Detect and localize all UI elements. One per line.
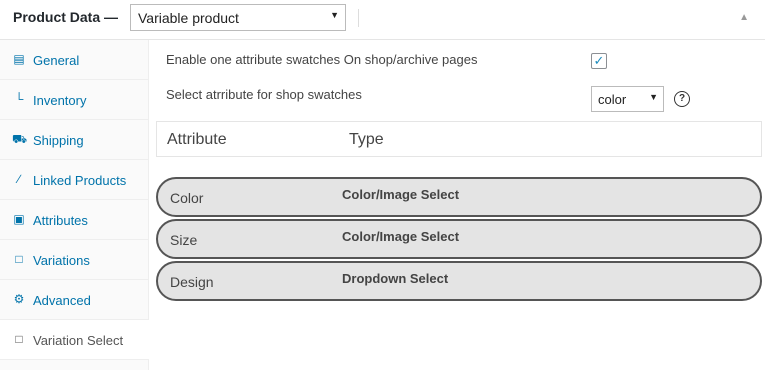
general-icon: ▤	[13, 52, 25, 66]
tab-label: Inventory	[33, 93, 87, 108]
swatch-attribute-select[interactable]: color ▼	[591, 86, 664, 112]
attribute-name: Design	[170, 274, 214, 290]
attribute-type: Color/Image Select	[342, 187, 460, 202]
tab-linked-products[interactable]: ∕ Linked Products	[0, 160, 148, 200]
help-icon[interactable]: ?	[674, 91, 690, 107]
attribute-type: Color/Image Select	[342, 229, 460, 244]
window-icon: □	[15, 332, 23, 346]
tab-label: Variations	[33, 253, 90, 268]
product-data-tabs: ▤ General └ Inventory ⛟ Shipping ∕ Linke…	[0, 40, 149, 370]
attributes-table-header: Attribute Type	[156, 121, 762, 157]
tab-label: Shipping	[33, 133, 84, 148]
product-type-value: Variable product	[138, 10, 239, 26]
attribute-name: Color	[170, 190, 204, 206]
tab-advanced[interactable]: ⚙ Advanced	[0, 280, 148, 320]
tab-label: Variation Select	[33, 333, 124, 348]
tab-label: Advanced	[33, 293, 91, 308]
column-header-type: Type	[349, 131, 384, 148]
tab-attributes[interactable]: ▣ Attributes	[0, 200, 148, 240]
attribute-row[interactable]: Size Color/Image Select	[156, 219, 762, 259]
tab-variations[interactable]: □ Variations	[0, 240, 148, 280]
enable-swatches-checkbox[interactable]: ✓	[591, 53, 607, 69]
attribute-name: Size	[170, 232, 198, 248]
tab-inventory[interactable]: └ Inventory	[0, 80, 148, 120]
checkmark-icon: ✓	[593, 53, 605, 68]
triangle-up-icon[interactable]: ▲	[739, 12, 749, 23]
enable-swatches-label: Enable one attribute swatches On shop/ar…	[166, 52, 478, 67]
dropdown-arrow-icon: ▼	[330, 10, 339, 20]
variations-icon: □	[15, 252, 23, 266]
gear-icon: ⚙	[13, 292, 25, 306]
tab-label: Attributes	[33, 213, 88, 228]
tab-shipping[interactable]: ⛟ Shipping	[0, 120, 148, 160]
variation-select-panel: Enable one attribute swatches On shop/ar…	[149, 40, 765, 370]
product-type-select[interactable]: Variable product ▼	[130, 4, 346, 31]
product-data-title: Product Data —	[13, 9, 119, 25]
column-header-attribute: Attribute	[167, 131, 227, 148]
attributes-icon: ▣	[13, 212, 25, 226]
dropdown-arrow-icon: ▼	[649, 92, 658, 102]
attribute-row[interactable]: Design Dropdown Select	[156, 261, 762, 301]
link-icon: ∕	[17, 172, 20, 186]
tab-variation-select[interactable]: □ Variation Select	[0, 320, 149, 360]
truck-icon: ⛟	[12, 132, 28, 146]
swatch-attribute-value: color	[598, 92, 627, 107]
attribute-type: Dropdown Select	[342, 271, 449, 286]
tab-label: General	[33, 53, 80, 68]
tab-general[interactable]: ▤ General	[0, 40, 148, 80]
inventory-icon: └	[14, 92, 24, 106]
attribute-row[interactable]: Color Color/Image Select	[156, 177, 762, 217]
select-attribute-label: Select atrribute for shop swatches	[166, 87, 362, 102]
header-divider	[358, 9, 359, 27]
product-data-header: Product Data — Variable product ▼ ▲	[0, 0, 765, 40]
tab-label: Linked Products	[33, 173, 127, 188]
